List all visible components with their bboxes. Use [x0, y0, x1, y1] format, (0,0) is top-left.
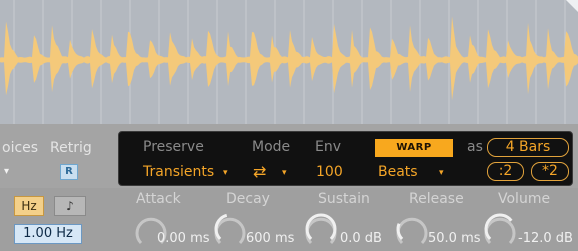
volume-knob-track — [484, 217, 516, 245]
release-label: Release — [409, 191, 464, 207]
mode-label: Mode — [252, 139, 291, 155]
volume-value: -12.0 dB — [518, 231, 573, 246]
double-button[interactable]: *2 — [531, 162, 569, 181]
sustain-label: Sustain — [318, 191, 370, 207]
attack-value: 0.00 ms — [157, 231, 210, 246]
sustain-value: 0.0 dB — [340, 231, 382, 246]
env-label: Env — [315, 139, 342, 155]
volume-label: Volume — [498, 191, 551, 207]
decay-knob-track — [214, 217, 246, 245]
attack-label: Attack — [136, 191, 181, 207]
voices-dropdown-arrow-icon[interactable]: ▾ — [4, 166, 9, 177]
volume-knob[interactable] — [483, 212, 517, 246]
warp-panel: Preserve Transients ▾ Mode ⇄ ▾ Env 100 W… — [118, 131, 573, 186]
warp-mode-dropdown[interactable]: Beats — [378, 164, 418, 180]
decay-value: 600 ms — [246, 231, 295, 246]
waveform-display[interactable] — [0, 0, 578, 124]
length-field[interactable]: 4 Bars — [487, 138, 569, 157]
warp-mode-dropdown-arrow-icon[interactable]: ▾ — [439, 168, 444, 178]
decay-knob[interactable] — [213, 212, 247, 246]
release-knob[interactable] — [395, 212, 429, 246]
note-sync-icon[interactable]: ♪ — [54, 196, 86, 216]
halve-button[interactable]: :2 — [487, 162, 524, 181]
waveform-shape — [0, 16, 578, 101]
loop-arrows-icon[interactable]: ⇄ — [253, 162, 266, 181]
sustain-knob-track — [305, 217, 337, 245]
preserve-dropdown-arrow-icon[interactable]: ▾ — [223, 168, 228, 178]
release-value: 50.0 ms — [428, 231, 481, 246]
retrig-button[interactable]: R — [60, 164, 78, 180]
preserve-label: Preserve — [143, 139, 204, 155]
frequency-field[interactable]: 1.00 Hz — [14, 224, 82, 244]
warp-button[interactable]: WARP — [375, 139, 453, 157]
env-value[interactable]: 100 — [316, 164, 343, 180]
voices-label: oices — [2, 140, 39, 156]
decay-label: Decay — [226, 191, 270, 207]
hz-toggle-button[interactable]: Hz — [14, 196, 44, 216]
waveform-graphic — [0, 0, 578, 124]
preserve-dropdown[interactable]: Transients — [143, 164, 214, 180]
as-label: as — [467, 139, 483, 155]
sustain-knob[interactable] — [304, 212, 338, 246]
release-knob-track — [396, 217, 428, 245]
mode-dropdown-arrow-icon[interactable]: ▾ — [282, 168, 287, 178]
retrig-label: Retrig — [50, 140, 92, 156]
